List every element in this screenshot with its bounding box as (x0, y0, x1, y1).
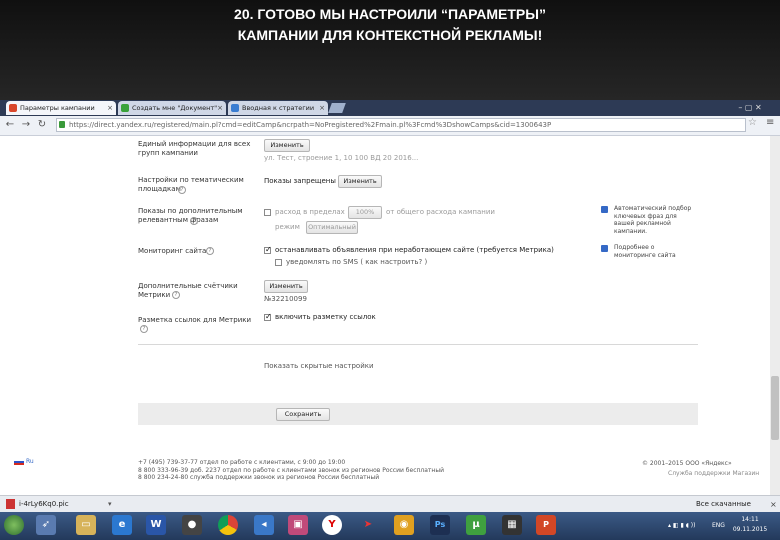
forward-arrow-icon[interactable]: → (20, 117, 32, 133)
window-controls[interactable]: – ▢ ✕ (720, 100, 780, 116)
row-monitor-check2[interactable]: уведомлять по SMS ( как настроить? ) (286, 258, 427, 267)
row-monitor-label: Мониторинг сайта (138, 247, 207, 255)
language-switch[interactable]: Ru (26, 458, 34, 466)
system-tray-icons[interactable]: ▴ ◧ ▮ ◖ )) (668, 512, 695, 540)
send-icon[interactable]: ➤ (358, 515, 378, 535)
camera-icon[interactable]: ● (182, 515, 202, 535)
help-icon[interactable]: ? (140, 325, 148, 333)
vk-icon (231, 104, 239, 112)
divider (138, 344, 698, 345)
rocket-app-icon[interactable]: ➶ (36, 515, 56, 535)
chrome-icon[interactable] (218, 515, 238, 535)
info-icon (601, 245, 608, 252)
row-monitor-hint[interactable]: Подробнее о мониторинге сайта (614, 244, 694, 259)
torrent-icon[interactable]: µ (466, 515, 486, 535)
back-arrow-icon[interactable]: ← (4, 117, 16, 133)
folder-icon[interactable]: ▭ (76, 515, 96, 535)
change-ad-button[interactable]: Изменить (264, 139, 310, 152)
row-extra-mode-label: режим (275, 223, 300, 231)
row-counters-value: №32210099 (264, 295, 307, 303)
help-icon[interactable]: ? (206, 247, 214, 255)
row-ad-value: ул. Тест, строение 1, 10 100 ВД 20 2016.… (264, 154, 419, 162)
menu-icon[interactable]: ≡ (766, 117, 774, 128)
monitor-sms-checkbox[interactable] (275, 259, 282, 266)
footer-contacts: +7 (495) 739-37-77 отдел по работе с кли… (138, 459, 444, 481)
info-icon (601, 206, 608, 213)
language-indicator[interactable]: ENG (712, 512, 725, 540)
clock[interactable]: 14:11 09.11.2015 (732, 515, 768, 535)
help-icon[interactable]: ? (172, 291, 180, 299)
change-places-button[interactable]: Изменить (338, 175, 382, 188)
close-icon[interactable]: × (770, 496, 777, 513)
help-icon[interactable]: ? (190, 217, 198, 225)
close-icon[interactable]: × (319, 101, 325, 115)
media-app-icon[interactable]: ▣ (288, 515, 308, 535)
clock-time: 14:11 (741, 516, 759, 523)
close-icon[interactable]: × (107, 101, 113, 115)
tab-strategy[interactable]: Вводная к стратегии × (228, 101, 328, 115)
speaker-app-icon[interactable]: ◂ (254, 515, 274, 535)
star-icon[interactable]: ☆ (748, 117, 757, 128)
tab-create-document[interactable]: Создать мне "Документ" × (118, 101, 226, 115)
tab-label: Параметры кампании (20, 104, 95, 112)
start-button[interactable] (4, 515, 24, 535)
row-places-value: Показы запрещены (264, 177, 336, 185)
percent-select[interactable]: 100% (348, 206, 382, 219)
save-panel (138, 403, 698, 425)
slide-title: 20. ГОТОВО МЫ НАСТРОИЛИ “ПАРАМЕТРЫ” КАМП… (234, 6, 546, 43)
row-places-label: Настройки по тематическим площадкам (138, 176, 244, 193)
calendar-icon[interactable]: ▦ (502, 515, 522, 535)
clock-date: 09.11.2015 (732, 526, 768, 533)
powerpoint-icon[interactable]: P (536, 515, 556, 535)
russian-flag-icon (14, 459, 24, 465)
browser-tab-bar: Параметры кампании × Создать мне "Докуме… (0, 100, 780, 116)
row-utm-check-label: включить разметку ссылок (275, 313, 376, 321)
reload-icon[interactable]: ↻ (36, 117, 48, 133)
utm-checkbox[interactable] (264, 312, 272, 321)
tab-campaign-settings[interactable]: Параметры кампании × (6, 101, 116, 115)
chevron-down-icon[interactable]: ▾ (108, 496, 112, 513)
yandex-browser-icon[interactable]: Y (322, 515, 342, 535)
mode-select[interactable]: Оптимальный (306, 221, 358, 234)
footer-copyright: © 2001–2015 ООО «Яндекс» (642, 460, 732, 467)
help-icon[interactable]: ? (178, 186, 186, 194)
extra-phrases-checkbox[interactable] (264, 209, 271, 216)
footer-links[interactable]: Служба поддержки Магазин (668, 470, 759, 478)
scrollbar-thumb[interactable] (771, 376, 779, 440)
word-icon[interactable]: W (146, 515, 166, 535)
show-hidden-settings-link[interactable]: Показать скрытые настройки (264, 362, 374, 371)
downloads-bar (0, 495, 780, 513)
row-extra-hint: Автоматический подбор ключевых фраз для … (614, 205, 692, 235)
lock-icon (59, 121, 65, 128)
row-counters-label: Дополнительные счётчики Метрики (138, 282, 238, 299)
file-icon (6, 499, 15, 509)
photoshop-icon[interactable]: Ps (430, 515, 450, 535)
download-item[interactable]: i-4rLy6Kq0.pic (19, 496, 69, 513)
tab-label: Вводная к стратегии (242, 104, 315, 112)
tab-label: Создать мне "Документ" (132, 104, 218, 112)
change-counters-button[interactable]: Изменить (264, 280, 308, 293)
scrollbar[interactable] (770, 136, 780, 495)
row-extra-tail: от общего расхода кампании (386, 208, 495, 216)
docs-icon (121, 104, 129, 112)
close-icon[interactable]: × (217, 101, 223, 115)
yandex-direct-icon (9, 104, 17, 112)
address-bar[interactable]: https://direct.yandex.ru/registered/main… (56, 118, 746, 132)
save-button[interactable]: Сохранить (276, 408, 330, 421)
page-content (0, 136, 770, 495)
row-monitor-check1: останавливать объявления при неработающе… (275, 246, 554, 254)
row-utm-label: Разметка ссылок для Метрики (138, 316, 252, 324)
ie-icon[interactable]: e (112, 515, 132, 535)
row-extra-check-label: расход в пределах (275, 208, 345, 216)
row-ad-label: Единый информации для всех групп кампани… (138, 140, 251, 157)
monitor-stop-checkbox[interactable] (264, 245, 272, 254)
ok-app-icon[interactable]: ◉ (394, 515, 414, 535)
